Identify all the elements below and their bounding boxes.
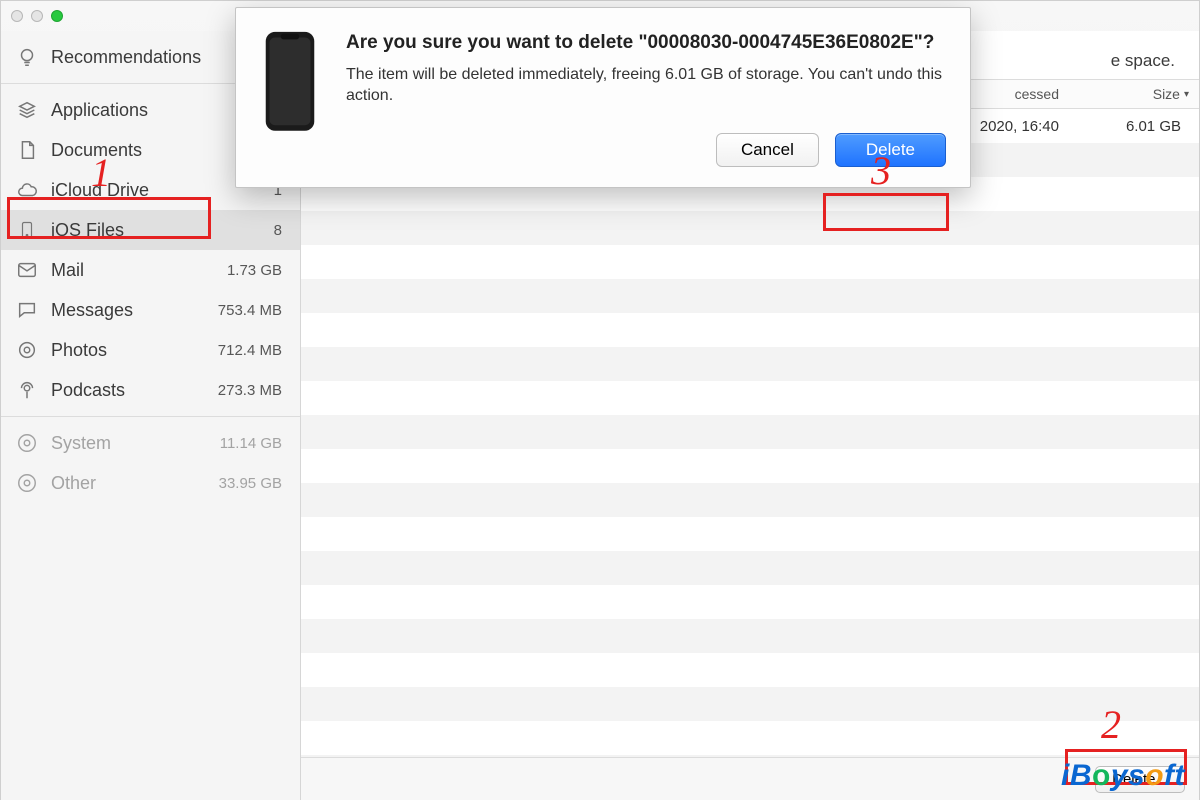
sidebar-item-label: Podcasts — [51, 380, 125, 401]
sidebar-item-podcasts[interactable]: Podcasts 273.3 MB — [1, 370, 300, 410]
dialog-body: The item will be deleted immediately, fr… — [346, 64, 946, 107]
lightbulb-icon — [15, 45, 39, 69]
sidebar-item-label: Other — [51, 473, 96, 494]
sidebar-item-label: Recommendations — [51, 47, 201, 68]
sidebar-item-mail[interactable]: Mail 1.73 GB — [1, 250, 300, 290]
footer: Delete... — [301, 757, 1199, 800]
device-thumbnail — [260, 30, 320, 167]
delete-button[interactable]: Delete... — [1095, 766, 1185, 793]
sidebar-item-photos[interactable]: Photos 712.4 MB — [1, 330, 300, 370]
sidebar-item-size: 712.4 MB — [218, 342, 282, 359]
cloud-icon — [15, 178, 39, 202]
sidebar-item-label: Applications — [51, 100, 148, 121]
sidebar-item-size: 33.95 GB — [219, 475, 282, 492]
confirm-delete-dialog: Are you sure you want to delete "0000803… — [235, 7, 971, 188]
sidebar-item-label: System — [51, 433, 111, 454]
applications-icon — [15, 98, 39, 122]
sidebar-item-label: Mail — [51, 260, 84, 281]
cell-size: 6.01 GB — [1069, 118, 1199, 135]
confirm-delete-button[interactable]: Delete — [835, 133, 946, 167]
sidebar-item-label: Documents — [51, 140, 142, 161]
sidebar-item-label: Messages — [51, 300, 133, 321]
documents-icon — [15, 138, 39, 162]
sidebar-item-size: 273.3 MB — [218, 382, 282, 399]
photos-icon — [15, 338, 39, 362]
podcasts-icon — [15, 378, 39, 402]
storage-window: Macintosh HD - 27.02 GB available of 121… — [0, 0, 1200, 800]
chevron-down-icon: ▾ — [1184, 89, 1189, 100]
iphone-icon — [15, 218, 39, 242]
column-size-label: Size — [1153, 86, 1180, 102]
sidebar-item-label: Photos — [51, 340, 107, 361]
cancel-button[interactable]: Cancel — [716, 133, 819, 167]
file-list[interactable]: 2020, 16:40 6.01 GB — [301, 109, 1199, 757]
sidebar-item-system[interactable]: System 11.14 GB — [1, 423, 300, 463]
sidebar-item-ios-files[interactable]: iOS Files 8 — [1, 210, 300, 250]
sidebar-item-size: 1.73 GB — [227, 262, 282, 279]
sidebar-item-label: iCloud Drive — [51, 180, 149, 201]
sidebar-item-other[interactable]: Other 33.95 GB — [1, 463, 300, 503]
sidebar-item-label: iOS Files — [51, 220, 124, 241]
system-icon — [15, 431, 39, 455]
sidebar-item-size: 11.14 GB — [220, 435, 282, 452]
column-size[interactable]: Size ▾ — [1069, 80, 1199, 108]
other-icon — [15, 471, 39, 495]
sidebar-item-size: 753.4 MB — [218, 302, 282, 319]
sidebar-item-messages[interactable]: Messages 753.4 MB — [1, 290, 300, 330]
messages-icon — [15, 298, 39, 322]
mail-icon — [15, 258, 39, 282]
sidebar-item-size: 8 — [274, 222, 282, 239]
dialog-title: Are you sure you want to delete "0000803… — [346, 30, 946, 56]
